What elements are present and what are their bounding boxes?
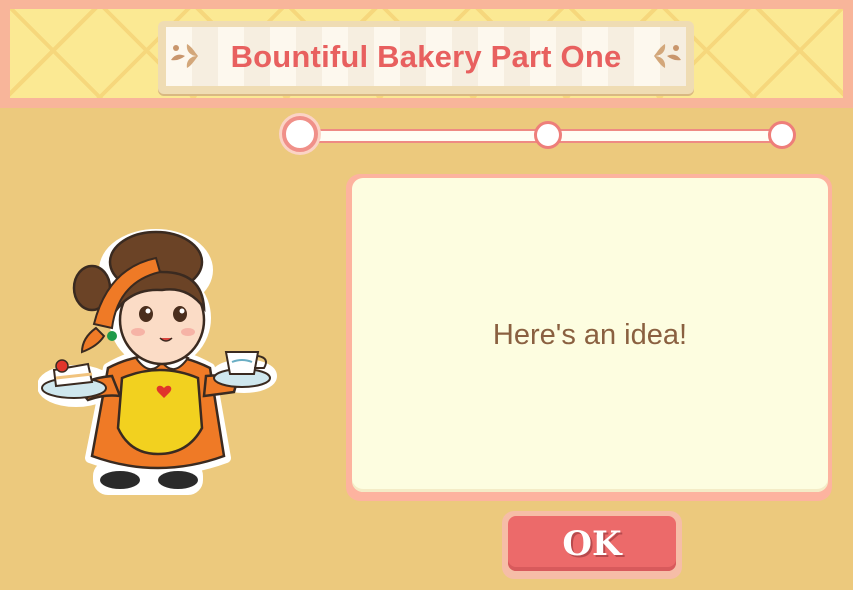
baker-lady-character bbox=[38, 229, 277, 495]
message-panel: Here's an idea! bbox=[352, 178, 828, 492]
dialog-message: Here's an idea! bbox=[492, 318, 688, 351]
title-plate: Bountiful Bakery Part One bbox=[158, 21, 694, 94]
step-node-2 bbox=[534, 121, 562, 149]
page-title: Bountiful Bakery Part One bbox=[230, 38, 622, 74]
step-node-3 bbox=[768, 121, 796, 149]
step-node-1 bbox=[282, 116, 318, 152]
flourish-right-icon bbox=[654, 44, 681, 68]
message-dialog: Here's an idea! bbox=[346, 174, 832, 501]
ok-button-face[interactable]: OK bbox=[508, 516, 676, 571]
header-banner: Bountiful Bakery Part One bbox=[0, 0, 853, 108]
title-plate-face: Bountiful Bakery Part One bbox=[166, 27, 686, 86]
flourish-left-icon bbox=[171, 44, 198, 68]
ok-button-label: OK bbox=[562, 523, 622, 564]
ok-button[interactable]: OK bbox=[502, 511, 682, 579]
step-progress bbox=[280, 115, 800, 153]
